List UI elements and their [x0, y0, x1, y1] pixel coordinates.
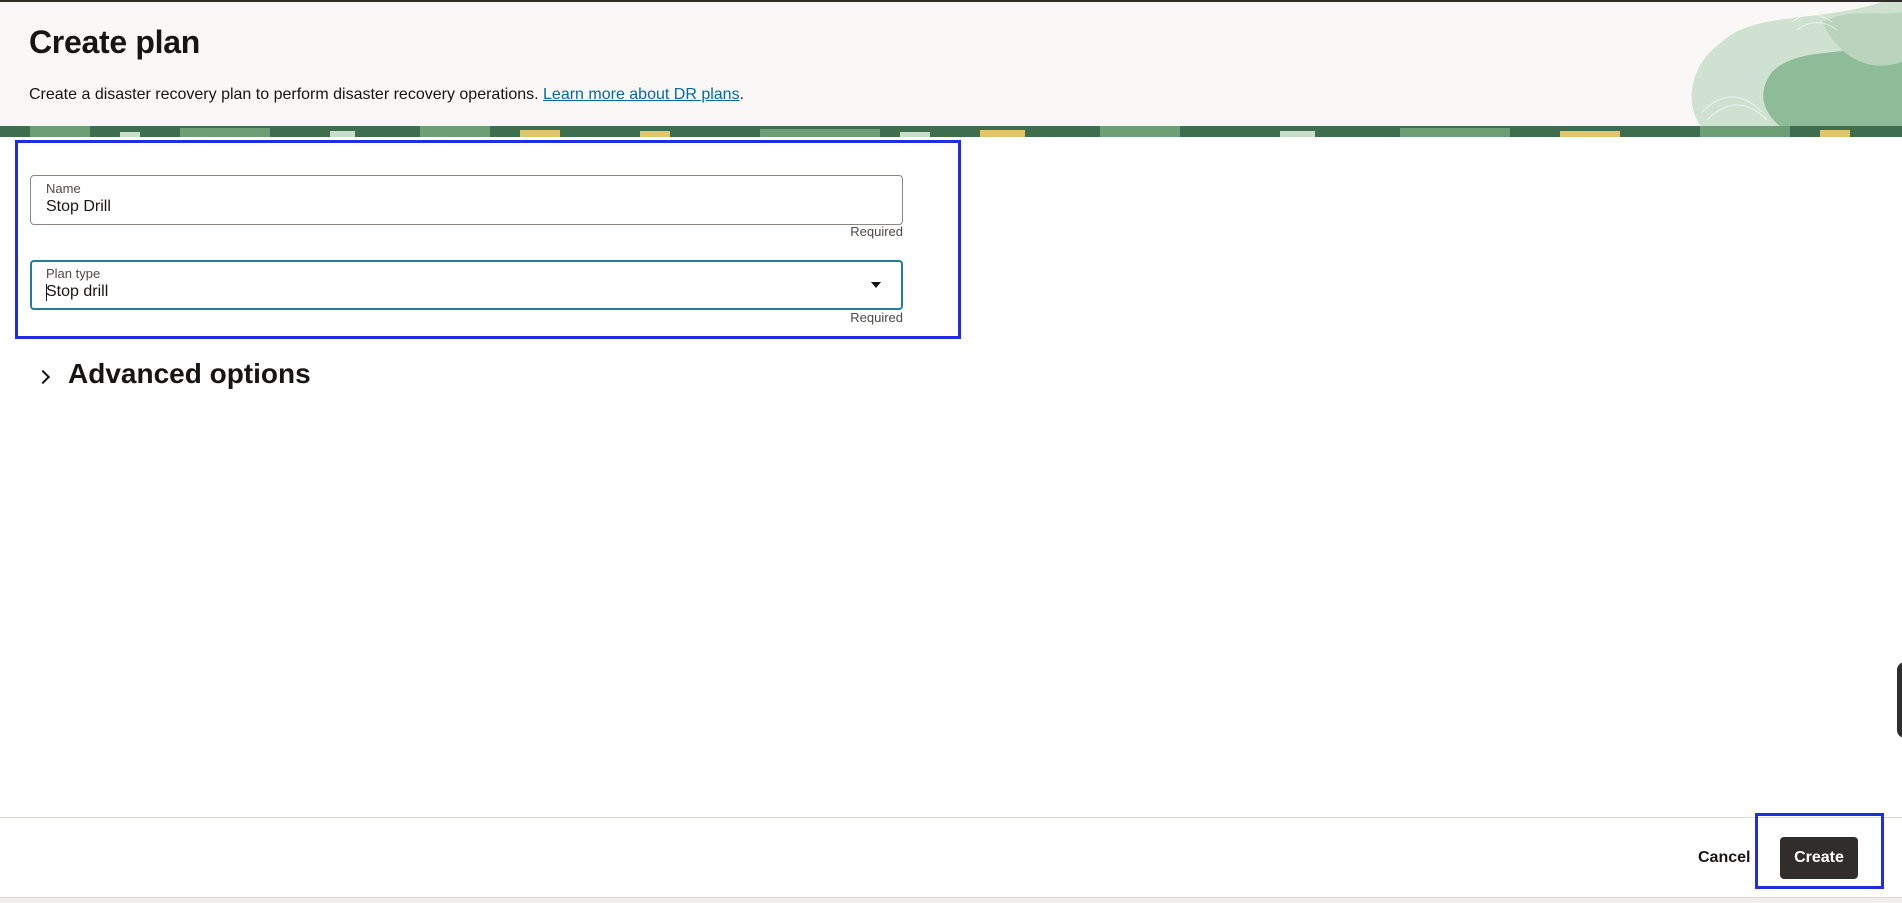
name-field[interactable]: Name Stop Drill	[30, 175, 903, 225]
page-header: Create plan Create a disaster recovery p…	[0, 2, 1902, 128]
plan-type-label: Plan type	[46, 266, 101, 281]
name-label: Name	[46, 181, 81, 196]
chevron-right-icon[interactable]	[35, 369, 51, 385]
footer-bar: Cancel	[0, 817, 1902, 898]
name-input[interactable]: Stop Drill	[46, 198, 111, 216]
create-button[interactable]: Create	[1780, 837, 1858, 879]
advanced-options-heading: Advanced options	[68, 358, 311, 389]
plan-type-select[interactable]: Plan type Stop drill	[30, 260, 903, 310]
page-description: Create a disaster recovery plan to perfo…	[29, 86, 744, 104]
footer-bottom-rule	[0, 897, 1902, 903]
feedback-side-tab[interactable]	[1897, 662, 1902, 738]
plan-type-value[interactable]: Stop drill	[46, 283, 108, 301]
caret-down-icon[interactable]	[871, 282, 881, 288]
plan-type-required-hint: Required	[850, 310, 903, 325]
name-required-hint: Required	[850, 224, 903, 239]
description-text: Create a disaster recovery plan to perfo…	[29, 86, 544, 103]
header-pattern-band	[0, 126, 1902, 137]
description-end: .	[739, 86, 745, 103]
cancel-button[interactable]: Cancel	[1688, 840, 1760, 876]
learn-more-link[interactable]: Learn more about DR plans	[543, 86, 740, 103]
page-title: Create plan	[29, 24, 200, 60]
header-decoration	[1691, 2, 1902, 128]
